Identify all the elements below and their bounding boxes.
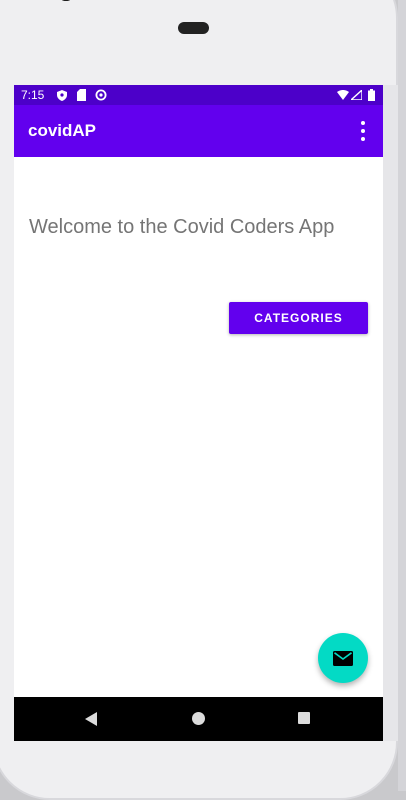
sd-card-icon bbox=[77, 89, 86, 101]
emulator-frame: 7:15 covidAP Welcome to the Covid Coders… bbox=[0, 0, 406, 800]
status-bar: 7:15 bbox=[14, 85, 383, 105]
device-screen: 7:15 covidAP Welcome to the Covid Coders… bbox=[14, 85, 383, 741]
shield-icon bbox=[57, 90, 67, 101]
home-icon[interactable] bbox=[192, 712, 205, 725]
overflow-menu-icon[interactable] bbox=[354, 120, 372, 142]
welcome-text: Welcome to the Covid Coders App bbox=[29, 216, 335, 238]
battery-icon bbox=[368, 89, 375, 101]
email-fab-button[interactable] bbox=[318, 633, 368, 683]
signal-icon bbox=[351, 90, 362, 100]
navigation-bar bbox=[14, 697, 383, 741]
screen-bezel-edge bbox=[383, 85, 398, 741]
earpiece-speaker bbox=[178, 22, 209, 34]
status-time: 7:15 bbox=[21, 88, 45, 102]
back-icon[interactable] bbox=[85, 712, 97, 726]
wifi-icon bbox=[337, 90, 349, 100]
front-camera-icon bbox=[57, 0, 75, 1]
recents-icon[interactable] bbox=[298, 712, 310, 724]
sync-icon bbox=[95, 89, 107, 101]
phone-side-edge bbox=[398, 0, 406, 791]
app-bar: covidAP bbox=[14, 105, 383, 157]
mail-icon bbox=[333, 651, 353, 666]
categories-button[interactable]: CATEGORIES bbox=[229, 302, 368, 334]
app-title: covidAP bbox=[28, 121, 97, 140]
